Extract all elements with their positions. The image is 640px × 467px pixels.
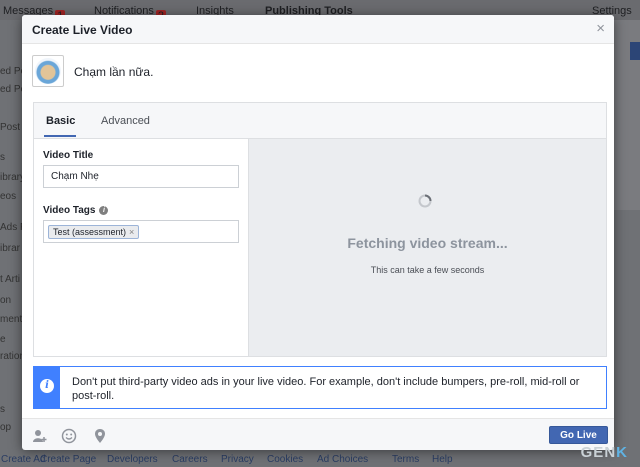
bg-left-item: ibrar <box>0 243 21 254</box>
bg-left-item: Post <box>0 122 21 133</box>
tag-token: Test (assessment) × <box>48 225 140 239</box>
page-avatar <box>32 55 64 87</box>
background-footer: Create Ad Create Page Developers Careers… <box>0 453 640 467</box>
tab-advanced[interactable]: Advanced <box>101 115 150 127</box>
close-icon[interactable]: × <box>596 20 605 37</box>
bg-left-item: op <box>0 422 12 433</box>
dialog-header: Create Live Video × <box>22 15 614 44</box>
tag-people-icon[interactable] <box>32 428 48 444</box>
go-live-button[interactable]: Go Live <box>549 426 608 444</box>
avatar-image <box>35 58 61 84</box>
footer-link: Create Page <box>40 454 97 465</box>
info-icon[interactable]: i <box>99 206 109 215</box>
fetching-title: Fetching video stream... <box>347 235 508 251</box>
video-title-value: Chạm Nhẹ <box>51 171 99 182</box>
footer-link: Careers <box>172 454 208 465</box>
video-title-label: Video Title <box>43 150 94 161</box>
footer-link: Privacy <box>221 454 254 465</box>
video-tags-label: Video Tags i <box>43 205 109 216</box>
footer-link: Cookies <box>267 454 304 465</box>
bg-left-item: t Arti <box>0 274 21 285</box>
footer-link: Help <box>432 454 453 465</box>
notice-text: Don't put third-party video ads in your … <box>72 376 580 402</box>
location-icon[interactable] <box>92 428 108 444</box>
basic-form: Video Title Chạm Nhẹ Video Tags i Test (a… <box>34 139 249 356</box>
video-tags-input[interactable]: Test (assessment) × <box>43 220 239 243</box>
tab-basic[interactable]: Basic <box>46 115 75 127</box>
loading-spinner-icon <box>418 194 432 208</box>
feeling-icon[interactable] <box>61 428 77 444</box>
watermark-logo: GENK <box>581 444 628 461</box>
bg-left-item: on <box>0 295 12 306</box>
watermark-accent: K <box>616 444 628 461</box>
video-preview: Fetching video stream... This can take a… <box>249 139 606 356</box>
status-text[interactable]: Chạm lần nữa. <box>74 65 153 79</box>
active-tab-indicator <box>44 135 76 137</box>
bg-left-item: e <box>0 334 6 345</box>
footer-link: Developers <box>107 454 158 465</box>
remove-tag-icon[interactable]: × <box>129 227 134 237</box>
bg-left-item: eos <box>0 191 17 202</box>
tab-bar: Basic Advanced <box>34 103 606 139</box>
info-circle-icon: i <box>40 379 54 393</box>
bg-left-item: s <box>0 152 5 163</box>
notice-stripe: i <box>34 367 60 408</box>
live-video-panel: Basic Advanced Video Title Chạm Nhẹ Vide… <box>33 102 607 357</box>
dialog-title: Create Live Video <box>32 23 133 37</box>
footer-link: Create Ad <box>1 454 46 465</box>
fetching-subtitle: This can take a few seconds <box>370 265 485 275</box>
footer-link: Terms <box>392 454 420 465</box>
bg-left-item: s <box>0 404 5 415</box>
background-right-button <box>630 42 640 60</box>
dialog-footer: Go Live <box>22 418 614 450</box>
ads-notice: i Don't put third-party video ads in you… <box>33 366 607 409</box>
watermark-text: GEN <box>580 444 617 461</box>
create-live-video-dialog: Create Live Video × Chạm lần nữa. Basic … <box>22 15 614 450</box>
footer-link: Ad Choices <box>317 454 369 465</box>
video-title-input[interactable]: Chạm Nhẹ <box>43 165 239 188</box>
tag-token-label: Test (assessment) <box>53 227 127 237</box>
video-tags-label-text: Video Tags <box>43 205 96 216</box>
